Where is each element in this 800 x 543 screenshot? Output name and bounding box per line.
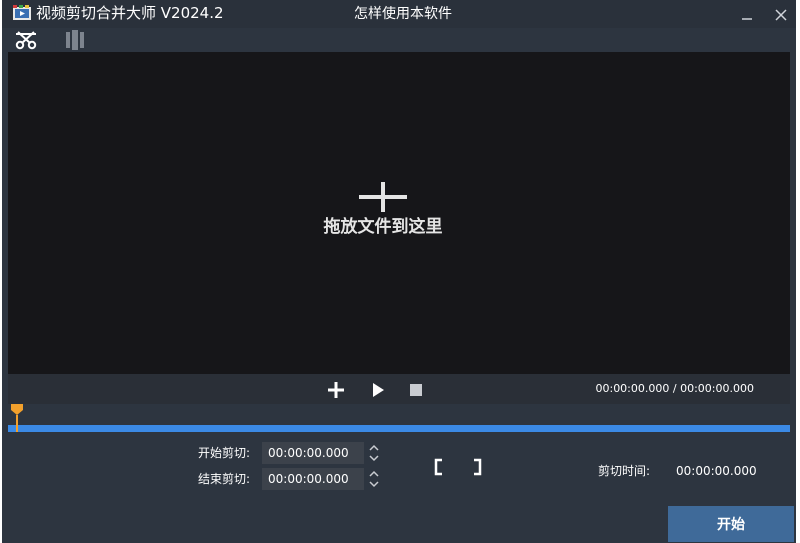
- timeline-track[interactable]: [8, 425, 790, 432]
- how-to-use-link[interactable]: 怎样使用本软件: [354, 4, 452, 24]
- cut-duration-label: 剪切时间:: [598, 464, 651, 478]
- end-cut-input[interactable]: [262, 468, 364, 490]
- start-button[interactable]: 开始: [668, 506, 794, 542]
- start-cut-input[interactable]: [262, 442, 364, 464]
- playback-controls: 00:00:00.000 / 00:00:00.000: [8, 374, 790, 404]
- end-cut-stepper[interactable]: [366, 468, 382, 490]
- time-display: 00:00:00.000 / 00:00:00.000: [595, 382, 754, 396]
- end-cut-label: 结束剪切:: [197, 472, 250, 486]
- start-cut-stepper[interactable]: [366, 442, 382, 464]
- title-bar: 视频剪切合并大师 V2024.2 怎样使用本软件: [2, 0, 796, 28]
- set-start-mark-button[interactable]: [432, 458, 446, 476]
- timeline: [8, 404, 790, 432]
- app-title: 视频剪切合并大师 V2024.2: [36, 4, 224, 22]
- drop-zone[interactable]: 拖放文件到这里: [313, 180, 453, 240]
- cut-duration-value: 00:00:00.000: [676, 464, 757, 478]
- start-cut-label: 开始剪切:: [197, 446, 250, 460]
- app-window: 视频剪切合并大师 V2024.2 怎样使用本软件 拖放文件到这里 00:00:0…: [2, 0, 796, 543]
- plus-icon: [359, 182, 407, 212]
- time-separator: /: [669, 382, 681, 395]
- app-logo-icon: [13, 5, 31, 20]
- film-strip-icon[interactable]: [60, 28, 90, 52]
- toolbar: [2, 28, 796, 52]
- stop-button[interactable]: [406, 380, 426, 400]
- playhead-marker[interactable]: [10, 404, 24, 432]
- video-preview[interactable]: 拖放文件到这里: [8, 52, 790, 374]
- set-end-mark-button[interactable]: [470, 458, 484, 476]
- add-file-button[interactable]: [326, 380, 346, 400]
- minimize-button[interactable]: [738, 6, 756, 24]
- scissors-icon[interactable]: [12, 28, 42, 52]
- total-time: 00:00:00.000: [680, 382, 754, 395]
- drop-files-text: 拖放文件到这里: [323, 217, 443, 237]
- play-button[interactable]: [368, 380, 388, 400]
- current-time: 00:00:00.000: [595, 382, 670, 395]
- close-button[interactable]: [772, 6, 790, 24]
